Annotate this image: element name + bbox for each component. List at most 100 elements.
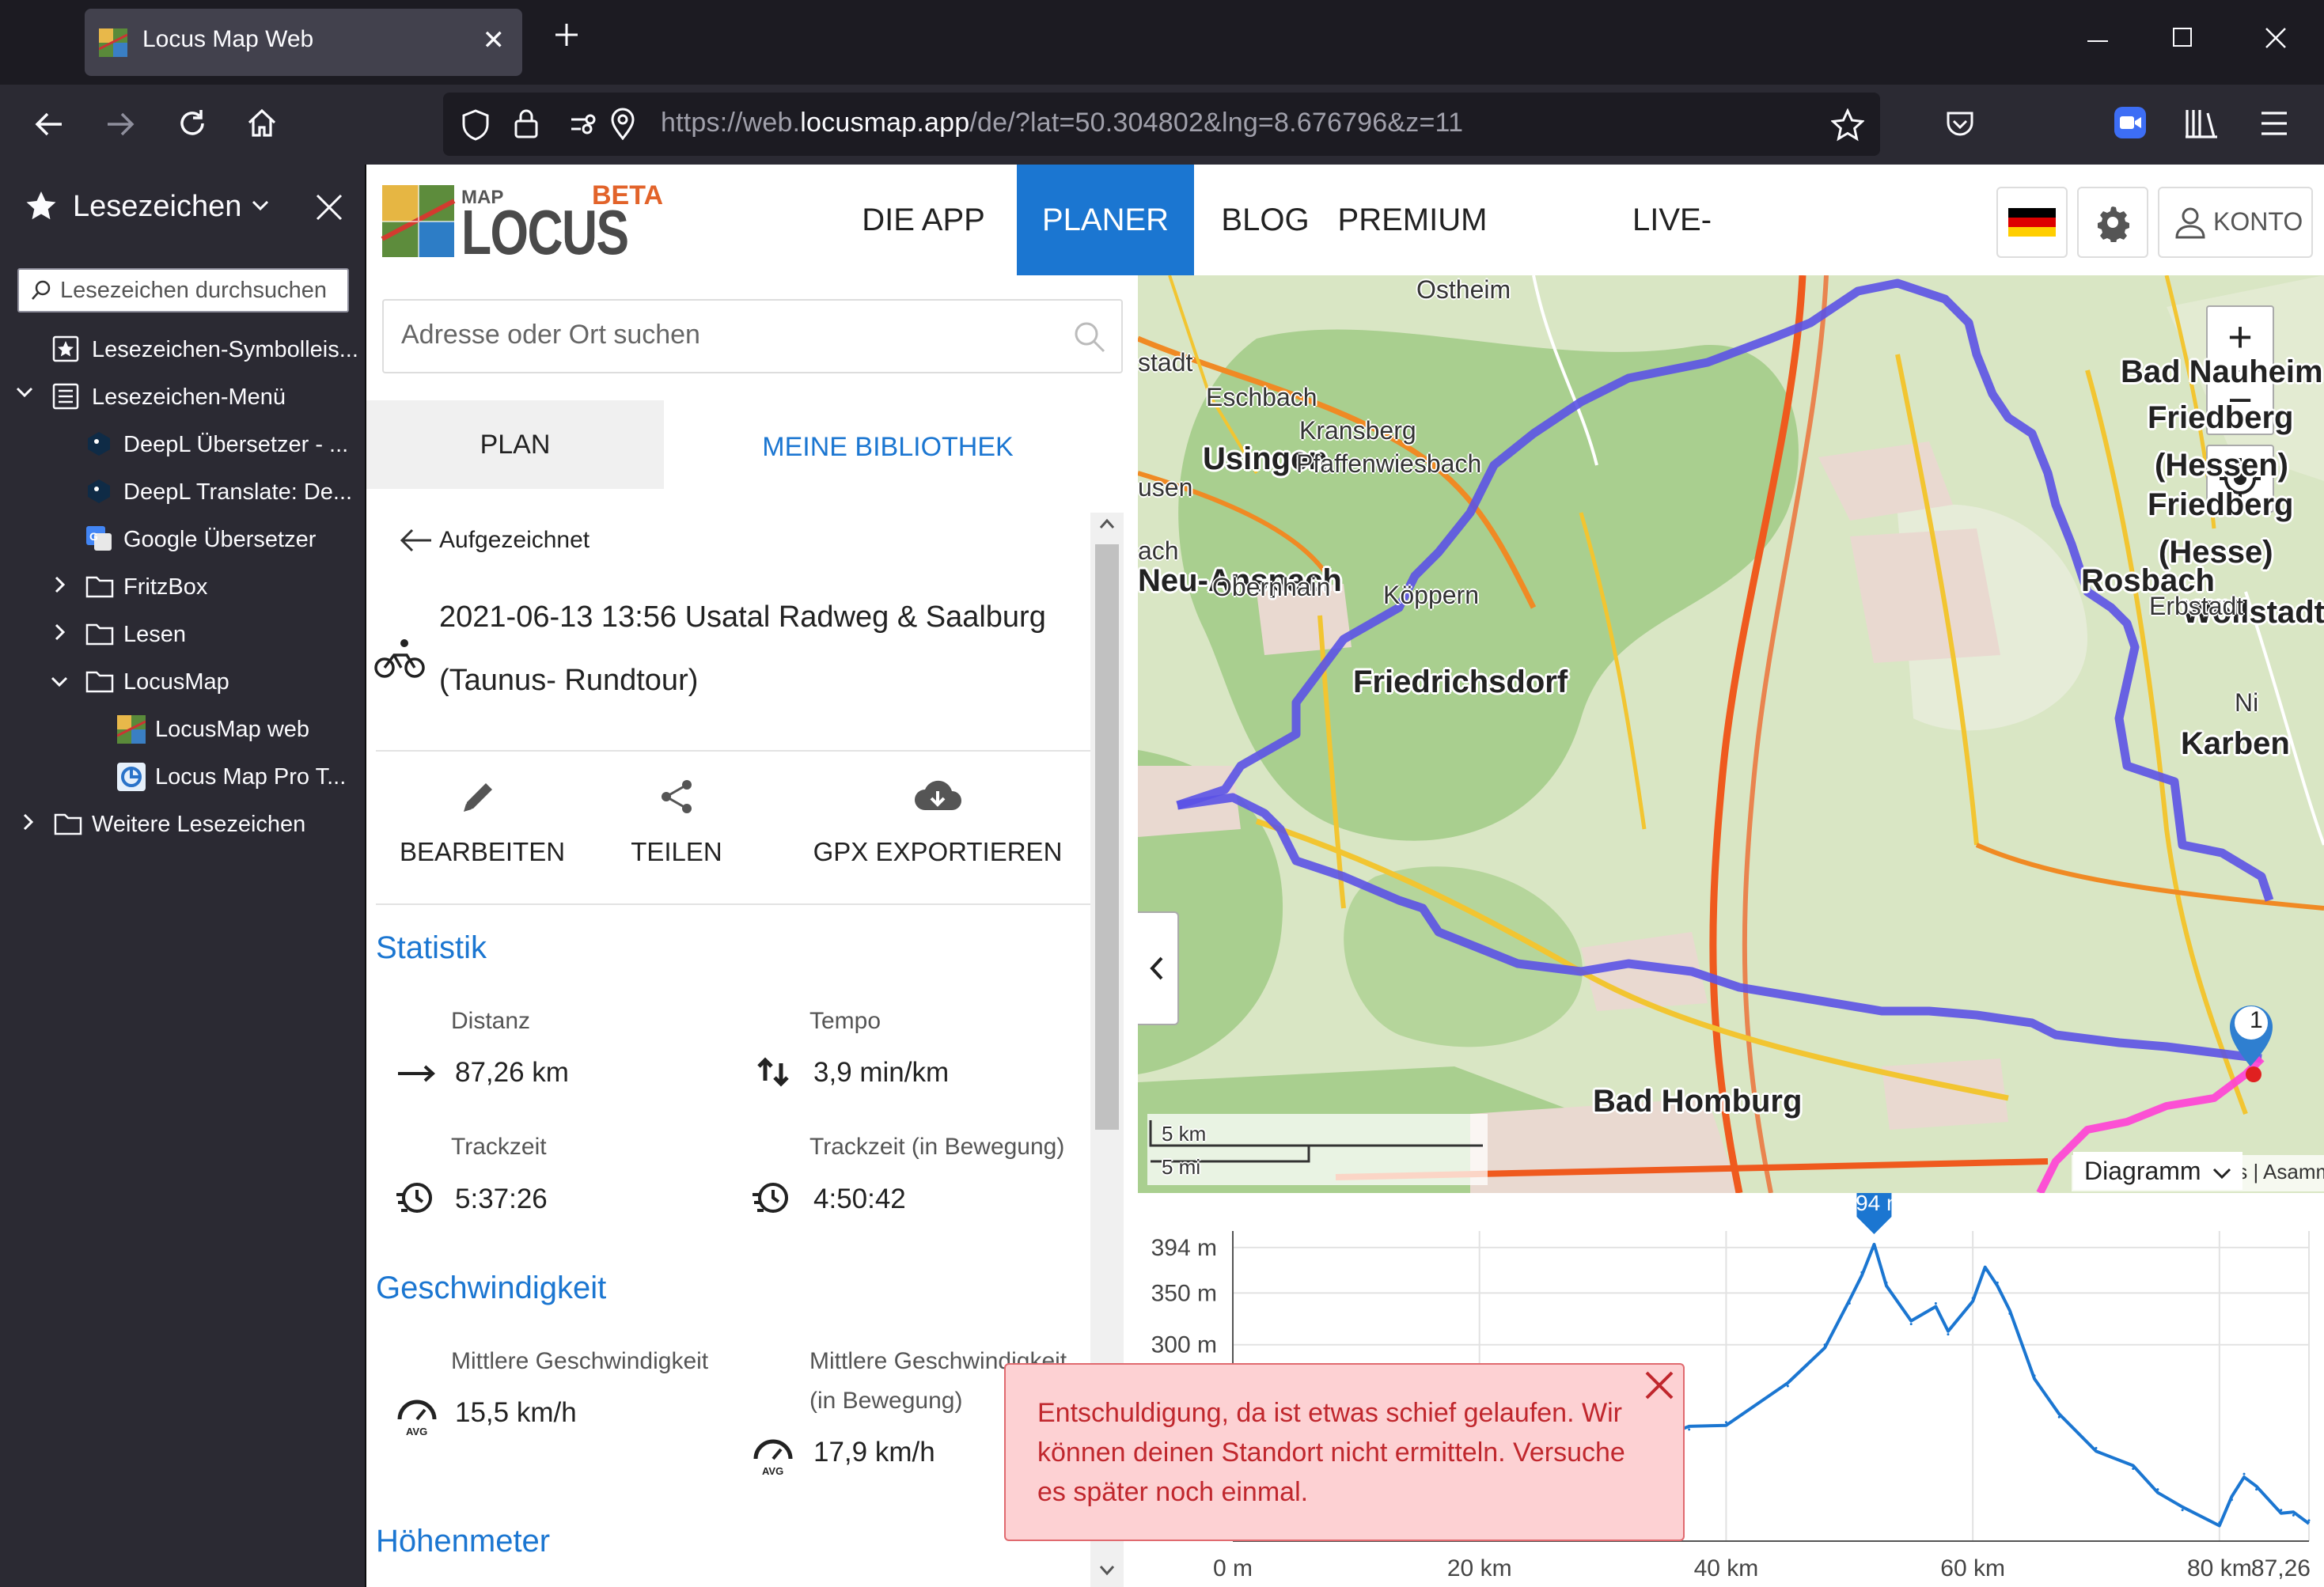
sidebar-item-deepl-2[interactable]: DeepL Translate: De... <box>0 470 365 514</box>
sidebar-item-label: DeepL Translate: De... <box>123 479 353 505</box>
locus-pro-icon <box>117 763 146 791</box>
maximize-icon[interactable] <box>2172 27 2193 47</box>
user-icon <box>2175 207 2205 239</box>
settings-button[interactable] <box>2077 187 2148 258</box>
distance-value: 87,26 km <box>455 1057 569 1088</box>
map-label-friedberg: Friedberg <box>2148 487 2294 522</box>
folder-icon <box>54 810 82 837</box>
forward-icon[interactable] <box>104 108 136 140</box>
permissions-icon[interactable] <box>570 110 598 138</box>
sidebar-item-toolbar[interactable]: Lesezeichen-Symbolleis... <box>0 328 365 372</box>
elevation-point <box>1872 1246 1875 1249</box>
map-label-eschbach: Eschbach <box>1206 383 1317 411</box>
sidebar-search-input[interactable]: Lesezeichen durchsuchen <box>17 268 349 312</box>
browser-tab-bar: Locus Map Web ✕ <box>0 0 2324 85</box>
nav-premium[interactable]: PREMIUM <box>1335 165 1490 275</box>
chevron-down-icon[interactable] <box>252 199 269 212</box>
elevation-point <box>2008 1312 2011 1316</box>
elevation-point <box>1860 1271 1863 1274</box>
route-marker-number[interactable]: 1 <box>2250 1007 2263 1034</box>
nav-die-app[interactable]: DIE APP <box>855 165 991 275</box>
url-text[interactable]: https://web.locusmap.app/de/?lat=50.3048… <box>661 108 1463 138</box>
close-tab-icon[interactable]: ✕ <box>483 25 506 56</box>
locus-logo[interactable] <box>381 184 456 259</box>
elevation-point <box>2292 1513 2295 1517</box>
new-tab-icon[interactable] <box>552 21 581 49</box>
sidebar-item-other-bookmarks[interactable]: Weitere Lesezeichen <box>0 802 365 847</box>
location-pin-icon[interactable] <box>609 107 636 140</box>
address-search-input[interactable]: Adresse oder Ort suchen <box>382 299 1123 373</box>
clock-moving-icon <box>749 1177 792 1220</box>
reload-icon[interactable] <box>176 107 209 140</box>
map-view[interactable]: Bad Homburg + − 5 km 5 mi 1 OSM contribu… <box>1138 275 2324 1193</box>
scroll-down-icon[interactable] <box>1099 1565 1115 1576</box>
map-tiles <box>1138 275 2324 1193</box>
nav-planer[interactable]: PLANER <box>1017 165 1194 275</box>
home-icon[interactable] <box>245 107 279 140</box>
sidebar-item-locusmap-pro[interactable]: Locus Map Pro T... <box>0 755 365 799</box>
browser-tab[interactable]: Locus Map Web ✕ <box>85 9 522 76</box>
elevation-point <box>2033 1374 2036 1377</box>
sidebar-item-label: Lesen <box>123 622 187 647</box>
y-tick-label: 300 m <box>1151 1332 1217 1358</box>
chevron-right-icon <box>54 576 81 603</box>
folder-icon <box>85 573 114 600</box>
locus-favicon-icon <box>117 715 146 744</box>
tab-my-library[interactable]: MEINE BIBLIOTHEK <box>664 400 1112 494</box>
sidebar-title[interactable]: Lesezeichen <box>73 190 241 224</box>
nav-blog[interactable]: BLOG <box>1211 165 1319 275</box>
edit-button[interactable]: BEARBEITEN <box>400 752 566 903</box>
close-window-icon[interactable] <box>2265 27 2287 49</box>
language-button[interactable] <box>1996 187 2068 258</box>
bookmark-menu-icon <box>52 383 79 410</box>
panel-scrollbar-thumb[interactable] <box>1095 544 1119 1130</box>
tab-plan[interactable]: PLAN <box>366 400 664 489</box>
bookmark-star-icon[interactable] <box>1831 108 1864 142</box>
arrow-left-icon[interactable] <box>398 527 433 554</box>
back-to-recorded[interactable]: Aufgezeichnet <box>439 527 590 554</box>
pace-value: 3,9 min/km <box>813 1057 950 1088</box>
sidebar-item-lesen[interactable]: Lesen <box>0 612 365 657</box>
clock-icon <box>393 1177 436 1220</box>
gpx-export-button[interactable]: GPX EXPORTIEREN <box>811 752 1064 903</box>
elevation-point <box>1688 1428 1691 1431</box>
sidebar-item-label: DeepL Übersetzer - ... <box>123 432 349 457</box>
collapse-panel-button[interactable] <box>1138 911 1179 1025</box>
zoom-extension-icon[interactable] <box>2113 105 2148 140</box>
x-tick-label: 40 km <box>1694 1555 1759 1581</box>
close-toast-icon[interactable] <box>1643 1369 1675 1401</box>
elevation-point <box>1934 1301 1937 1305</box>
map-label-köppern: Köppern <box>1383 581 1479 609</box>
minimize-icon[interactable] <box>2086 24 2110 47</box>
sidebar-item-google-translate[interactable]: G Google Übersetzer <box>0 517 365 562</box>
menu-icon[interactable] <box>2259 110 2289 137</box>
pace-icon <box>753 1052 795 1095</box>
sidebar-item-deepl-1[interactable]: DeepL Übersetzer - ... <box>0 422 365 467</box>
nav-live-tracking[interactable]: LIVE-TRACKING <box>1553 165 1791 348</box>
map-label-kransberg: Kransberg <box>1299 416 1416 445</box>
sidebar-item-locusmap-folder[interactable]: LocusMap <box>0 660 365 704</box>
lock-icon[interactable] <box>513 107 540 140</box>
diagram-toggle[interactable]: Diagramm <box>2073 1152 2243 1190</box>
sidebar-item-fritzbox[interactable]: FritzBox <box>0 565 365 609</box>
url-bar[interactable]: https://web.locusmap.app/de/?lat=50.3048… <box>443 93 1880 156</box>
pocket-icon[interactable] <box>1943 107 1977 140</box>
sidebar-item-locusmap-web[interactable]: LocusMap web <box>0 707 365 752</box>
shield-icon[interactable] <box>461 108 491 142</box>
share-button[interactable]: TEILEN <box>613 752 740 903</box>
x-tick-label: 80 km <box>2187 1555 2252 1581</box>
tracktime-label: Trackzeit <box>451 1134 547 1160</box>
scroll-up-icon[interactable] <box>1099 518 1115 529</box>
map-label-karben: Karben <box>2181 726 2290 761</box>
edit-label: BEARBEITEN <box>400 837 566 866</box>
back-icon[interactable] <box>33 108 65 140</box>
close-sidebar-icon[interactable] <box>315 193 343 222</box>
share-label: TEILEN <box>631 837 722 866</box>
map-label--hessen-: (Hessen) <box>2155 448 2288 483</box>
library-icon[interactable] <box>2184 107 2219 140</box>
map-label-friedrichsdorf: Friedrichsdorf <box>1353 665 1568 699</box>
elevation-point <box>1971 1297 1974 1300</box>
elevation-point <box>2156 1488 2159 1491</box>
sidebar-item-menu[interactable]: Lesezeichen-Menü <box>0 375 365 419</box>
account-button[interactable]: KONTO <box>2158 187 2313 258</box>
